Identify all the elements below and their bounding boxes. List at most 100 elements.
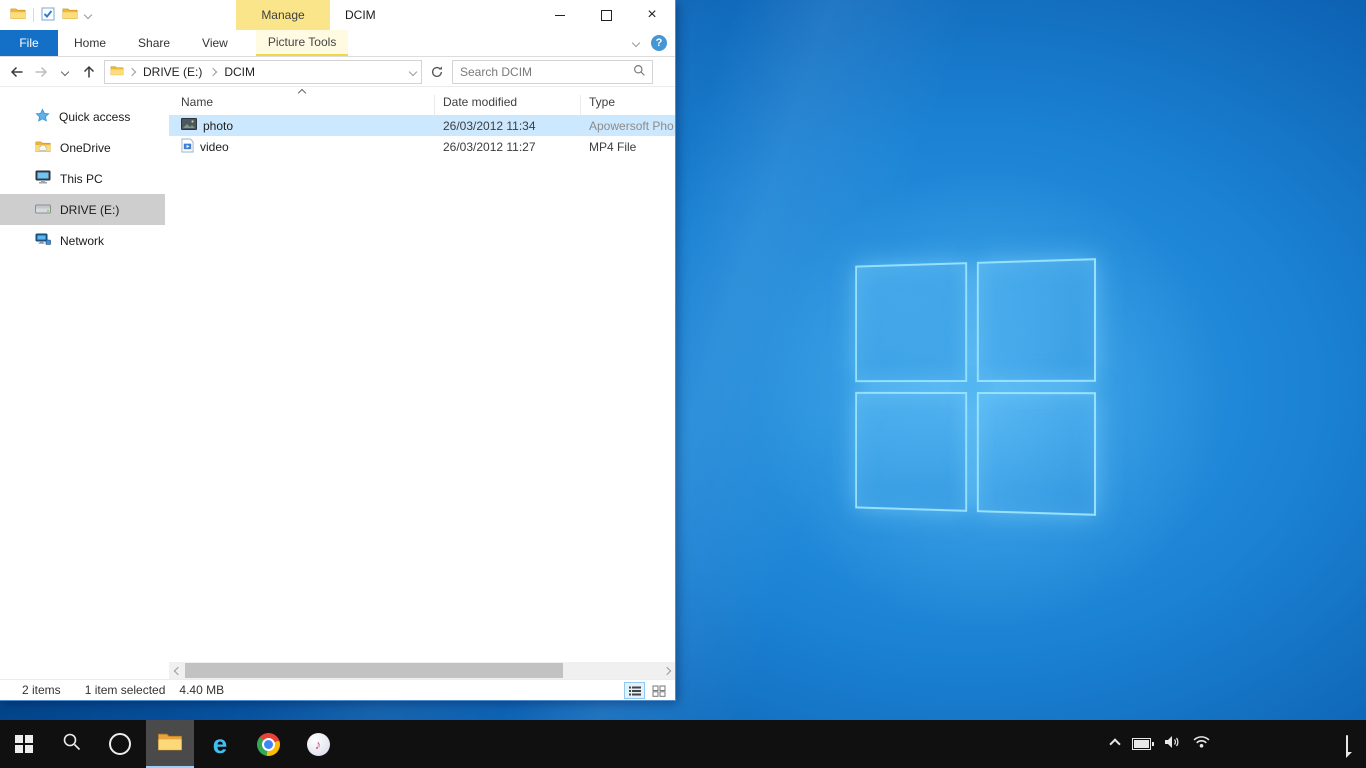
close-button[interactable]: ×: [629, 0, 675, 30]
windows-logo-pane: [855, 262, 967, 382]
tab-home[interactable]: Home: [58, 30, 122, 56]
explorer-folder-icon[interactable]: [10, 7, 26, 23]
battery-icon[interactable]: [1132, 738, 1151, 750]
ribbon-tab-row: File Home Share View Picture Tools: [0, 30, 675, 57]
qat-customize-chevron-icon[interactable]: [84, 11, 92, 19]
itunes-button[interactable]: ♪: [294, 720, 342, 768]
sidebar-item-quick-access[interactable]: Quick access: [0, 101, 169, 132]
file-type: MP4 File: [581, 140, 675, 154]
manage-contextual-group: Manage: [236, 0, 330, 30]
minimize-button[interactable]: [537, 0, 583, 30]
network-icon: [35, 233, 51, 249]
file-date-modified: 26/03/2012 11:34: [435, 119, 581, 133]
action-center-button[interactable]: [1346, 736, 1348, 754]
file-date-modified: 26/03/2012 11:27: [435, 140, 581, 154]
qat-separator: [33, 8, 34, 22]
caption-buttons: ×: [537, 0, 675, 30]
expand-ribbon-chevron-icon[interactable]: [632, 39, 640, 47]
sidebar-item-label: This PC: [60, 172, 103, 186]
action-center-icon: [1346, 735, 1348, 754]
windows-start-icon: [15, 735, 33, 753]
file-name: photo: [203, 119, 233, 133]
help-icon[interactable]: ?: [651, 35, 667, 51]
new-folder-icon[interactable]: [62, 7, 78, 23]
itunes-icon: ♪: [307, 733, 330, 756]
quick-access-star-icon: [35, 108, 50, 126]
scroll-left-arrow-icon[interactable]: [169, 662, 186, 679]
recent-locations-chevron-icon[interactable]: [56, 61, 74, 83]
taskbar-search-button[interactable]: [48, 720, 96, 768]
sidebar-item-onedrive[interactable]: OneDrive: [0, 132, 169, 163]
file-list: Name Date modified Type photo 26/03/2012…: [169, 87, 675, 679]
view-toggle-buttons: [624, 682, 669, 699]
back-button[interactable]: [8, 61, 26, 83]
tab-picture-tools[interactable]: Picture Tools: [256, 30, 348, 56]
column-headers: Name Date modified Type: [169, 87, 675, 115]
horizontal-scrollbar[interactable]: [169, 662, 675, 679]
search-icon: [62, 732, 82, 757]
file-type: Apowersoft Pho: [581, 119, 675, 133]
minimize-icon: [555, 15, 565, 16]
windows-logo-pane: [977, 392, 1096, 516]
selection-count: 1 item selected: [85, 683, 166, 697]
window-title: DCIM: [345, 0, 376, 30]
column-header-name[interactable]: Name: [169, 95, 435, 115]
item-count: 2 items: [22, 683, 61, 697]
taskbar-file-explorer-button[interactable]: [146, 720, 194, 768]
maximize-icon: [601, 10, 612, 21]
search-icon[interactable]: [633, 64, 646, 80]
start-button[interactable]: [0, 720, 48, 768]
tab-file[interactable]: File: [0, 30, 58, 56]
sidebar-item-network[interactable]: Network: [0, 225, 169, 256]
address-bar[interactable]: DRIVE (E:) DCIM: [104, 60, 422, 84]
forward-button[interactable]: [32, 61, 50, 83]
status-bar: 2 items 1 item selected 4.40 MB: [0, 679, 675, 700]
refresh-button[interactable]: [428, 61, 446, 83]
scroll-right-arrow-icon[interactable]: [658, 662, 675, 679]
file-row-video[interactable]: video 26/03/2012 11:27 MP4 File: [169, 136, 675, 157]
titlebar[interactable]: Manage DCIM ×: [0, 0, 675, 30]
address-folder-icon: [110, 65, 124, 79]
windows-logo-pane: [977, 258, 1096, 382]
breadcrumb-drive[interactable]: DRIVE (E:): [140, 63, 205, 81]
chrome-button[interactable]: [244, 720, 292, 768]
scrollbar-thumb[interactable]: [185, 663, 563, 678]
breadcrumb-chevron-icon: [209, 67, 217, 75]
tab-view[interactable]: View: [186, 30, 244, 56]
file-explorer-icon: [157, 731, 183, 757]
search-input[interactable]: [453, 64, 633, 80]
file-name: video: [200, 140, 229, 154]
sidebar-item-label: DRIVE (E:): [60, 203, 119, 217]
windows-logo-pane: [855, 392, 967, 512]
column-header-date-modified[interactable]: Date modified: [435, 95, 581, 115]
ribbon-right-controls: ?: [633, 30, 667, 56]
tray-expand-chevron-icon[interactable]: [1109, 738, 1120, 749]
selection-size: 4.40 MB: [179, 683, 224, 697]
up-button[interactable]: [80, 61, 98, 83]
network-icon[interactable]: [1193, 735, 1210, 753]
quick-access-toolbar: [10, 0, 91, 30]
system-tray: [1111, 720, 1210, 768]
maximize-button[interactable]: [583, 0, 629, 30]
file-row-photo[interactable]: photo 26/03/2012 11:34 Apowersoft Pho: [169, 115, 675, 136]
sidebar-item-this-pc[interactable]: This PC: [0, 163, 169, 194]
column-header-type[interactable]: Type: [581, 95, 675, 115]
tab-share[interactable]: Share: [122, 30, 186, 56]
navigation-bar: DRIVE (E:) DCIM: [0, 57, 675, 87]
chrome-icon: [257, 733, 280, 756]
photo-file-icon: [181, 118, 197, 133]
details-view-button[interactable]: [624, 682, 645, 699]
breadcrumb-dcim[interactable]: DCIM: [221, 63, 258, 81]
sidebar-item-drive-e[interactable]: DRIVE (E:): [0, 194, 165, 225]
internet-explorer-button[interactable]: e: [196, 720, 244, 768]
navigation-pane: Quick access OneDrive This PC DRIVE (E:)…: [0, 87, 169, 679]
properties-icon[interactable]: [41, 7, 55, 24]
search-box[interactable]: [452, 60, 653, 84]
this-pc-icon: [35, 170, 51, 187]
volume-icon[interactable]: [1164, 735, 1180, 754]
internet-explorer-icon: e: [213, 731, 227, 757]
onedrive-icon: [35, 140, 51, 156]
address-dropdown-chevron-icon[interactable]: [409, 67, 417, 75]
cortana-button[interactable]: [96, 720, 144, 768]
large-icons-view-button[interactable]: [648, 682, 669, 699]
